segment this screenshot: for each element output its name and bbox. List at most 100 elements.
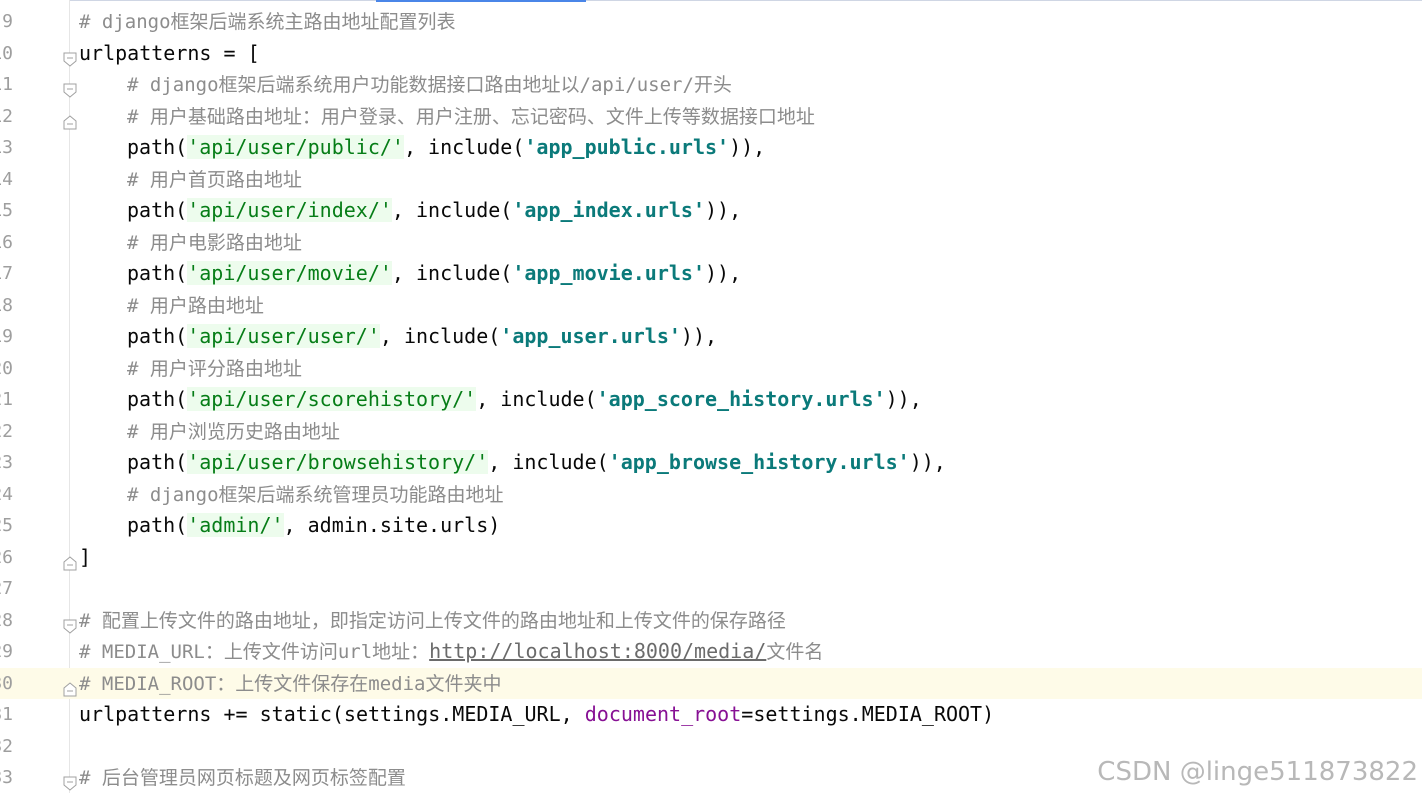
code-line[interactable]: 15 path('api/user/index/', include('app_i… [0, 195, 1422, 227]
code-token: )), [705, 261, 742, 285]
code-line[interactable]: 25 path('admin/', admin.site.urls) [0, 510, 1422, 542]
code-line[interactable]: 16 # 用户电影路由地址 [0, 227, 1422, 259]
comment-text: # 后台管理员网页标题及网页标签配置 [79, 767, 406, 789]
fold-close-icon[interactable] [63, 676, 77, 696]
code-line[interactable]: 12 # 用户基础路由地址：用户登录、用户注册、忘记密码、文件上传等数据接口地址 [0, 101, 1422, 133]
line-number: 28 [0, 609, 13, 631]
line-number: 13 [0, 137, 13, 158]
line-number: 19 [0, 326, 13, 347]
comment-text: # django框架后端系统主路由地址配置列表 [79, 11, 456, 33]
line-number: 30 [0, 672, 13, 694]
code-token: path( [127, 450, 188, 474]
keyword-argument: document_root [584, 702, 742, 726]
line-number: 17 [0, 263, 13, 284]
code-token: )), [680, 324, 718, 348]
line-number: 15 [0, 200, 13, 221]
line-number: 23 [0, 452, 13, 473]
code-token: , include( [379, 324, 501, 348]
comment-text: # django框架后端系统管理员功能路由地址 [127, 483, 504, 506]
line-number: 27 [0, 578, 13, 599]
code-token: path( [127, 324, 188, 348]
string-literal: 'admin/' [187, 513, 284, 537]
fold-open-icon[interactable] [63, 77, 77, 98]
code-line[interactable]: 28 # 配置上传文件的路由地址，即指定访问上传文件的路由地址和上传文件的保存路径 [0, 605, 1422, 637]
string-literal: 'api/user/public/' [187, 135, 404, 159]
code-line[interactable]: 24 # django框架后端系统管理员功能路由地址 [0, 479, 1422, 511]
code-comment: # 配置上传文件的路由地址，即指定访问上传文件的路由地址和上传文件的保存路径 [79, 605, 786, 638]
code-line[interactable]: 22 # 用户浏览历史路由地址 [0, 416, 1422, 448]
fold-open-icon[interactable] [63, 770, 77, 791]
line-number: 32 [0, 735, 13, 757]
comment-text: # 用户路由地址 [127, 294, 264, 317]
line-number: 16 [0, 231, 13, 253]
line-number: 31 [0, 704, 13, 725]
module-string: 'app_index.urls' [512, 198, 705, 222]
code-text: path('api/user/public/', include('app_pu… [127, 132, 765, 164]
code-token: # MEDIA_URL：上传文件访问url地址： [79, 641, 430, 663]
code-token: path( [127, 513, 188, 537]
code-line[interactable]: 31 urlpatterns += static(settings.MEDIA_U… [0, 699, 1422, 731]
code-token: )), [909, 450, 946, 474]
code-editor[interactable]: 9 # django框架后端系统主路由地址配置列表 10 urlpatterns = … [0, 6, 1422, 794]
code-line[interactable]: 9 # django框架后端系统主路由地址配置列表 [0, 6, 1422, 38]
code-comment: # MEDIA_URL：上传文件访问url地址：http://localhost… [79, 636, 823, 669]
code-comment: # 用户首页路由地址 [127, 164, 302, 197]
code-line[interactable]: 19 path('api/user/user/', include('app_us… [0, 321, 1422, 353]
code-line[interactable]: 20 # 用户评分路由地址 [0, 353, 1422, 385]
comment-text: # 用户电影路由地址 [127, 231, 302, 254]
code-line[interactable]: 21 path('api/user/scorehistory/', include… [0, 384, 1422, 416]
code-token: path( [127, 387, 188, 411]
line-number: 22 [0, 420, 13, 442]
string-literal: 'api/user/movie/' [187, 261, 392, 285]
line-number: 9 [2, 11, 13, 32]
code-line[interactable]: 17 path('api/user/movie/', include('app_m… [0, 258, 1422, 290]
module-string: 'app_public.urls' [524, 135, 730, 159]
comment-text: # 用户浏览历史路由地址 [127, 420, 340, 443]
code-line[interactable]: 30 # MEDIA_ROOT：上传文件保存在media文件夹中 [0, 667, 1422, 699]
code-token: urlpatterns = [ [79, 40, 260, 65]
code-token: =settings.MEDIA_ROOT) [741, 702, 995, 726]
code-text: path('api/user/index/', include('app_ind… [127, 195, 741, 227]
fold-close-icon[interactable] [63, 550, 77, 570]
code-line[interactable]: 29 # MEDIA_URL：上传文件访问url地址：http://localho… [0, 636, 1422, 668]
code-token: urlpatterns += static(settings.MEDIA_URL… [79, 702, 585, 726]
code-token: 文件名 [766, 641, 824, 663]
code-line[interactable]: 14 # 用户首页路由地址 [0, 164, 1422, 196]
code-comment: # 用户浏览历史路由地址 [127, 416, 340, 449]
line-number: 11 [0, 74, 13, 95]
code-line[interactable]: 27 [0, 573, 1422, 605]
fold-close-icon[interactable] [63, 109, 77, 129]
code-token: )), [729, 135, 766, 159]
module-string: 'app_browse_history.urls' [608, 450, 910, 474]
code-token: , admin.site.urls) [283, 513, 501, 537]
code-token: , include( [476, 387, 597, 411]
comment-text: # 用户基础路由地址：用户登录、用户注册、忘记密码、文件上传等数据接口地址 [127, 105, 815, 128]
line-number: 18 [0, 294, 13, 316]
code-token: path( [127, 261, 188, 285]
code-comment: # 用户基础路由地址：用户登录、用户注册、忘记密码、文件上传等数据接口地址 [127, 101, 815, 134]
code-text: urlpatterns += static(settings.MEDIA_URL… [79, 699, 994, 731]
line-number: 21 [0, 389, 13, 410]
code-line[interactable]: 23 path('api/user/browsehistory/', includ… [0, 447, 1422, 479]
code-line[interactable]: 18 # 用户路由地址 [0, 290, 1422, 322]
code-line[interactable]: 26] [0, 542, 1422, 574]
comment-text: # 用户评分路由地址 [127, 357, 302, 380]
fold-open-icon[interactable] [63, 46, 77, 67]
code-comment: # 用户电影路由地址 [127, 227, 302, 260]
code-token: )), [705, 198, 742, 222]
string-literal: 'api/user/browsehistory/' [187, 450, 489, 474]
code-line[interactable]: 13 path('api/user/public/', include('app_… [0, 132, 1422, 164]
code-line[interactable]: 10 urlpatterns = [ [0, 38, 1422, 70]
code-text: path('api/user/scorehistory/', include('… [127, 384, 922, 416]
code-comment: # 用户评分路由地址 [127, 353, 302, 386]
code-line[interactable]: 11 # django框架后端系统用户功能数据接口路由地址以/api/user/开… [0, 69, 1422, 101]
code-comment: # django框架后端系统用户功能数据接口路由地址以/api/user/开头 [127, 69, 732, 102]
code-text: ] [79, 542, 91, 574]
line-number: 25 [0, 515, 13, 536]
url-link[interactable]: http://localhost:8000/media/ [429, 639, 766, 663]
code-token: path( [127, 135, 188, 159]
comment-text: # django框架后端系统用户功能数据接口路由地址以/api/user/开头 [127, 74, 732, 96]
fold-open-icon[interactable] [63, 613, 77, 634]
code-comment: # django框架后端系统主路由地址配置列表 [79, 6, 456, 39]
code-text: urlpatterns = [ [79, 38, 260, 70]
